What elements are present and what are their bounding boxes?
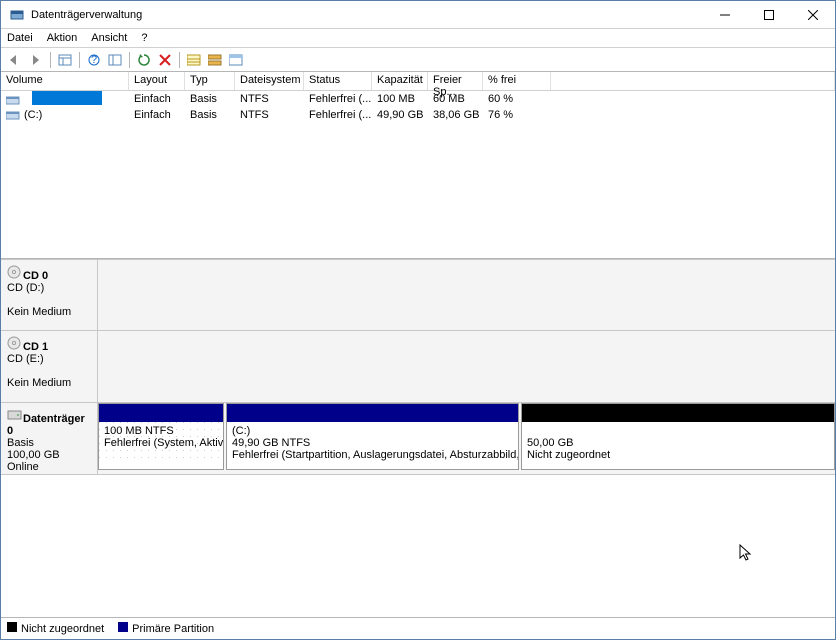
maximize-button[interactable] — [747, 1, 791, 29]
cell-fs: NTFS — [235, 92, 304, 106]
svg-text:?: ? — [91, 54, 97, 66]
disk-sub: CD (E:) — [7, 353, 91, 365]
volume-row[interactable]: (C:) Einfach Basis NTFS Fehlerfrei (... … — [1, 107, 835, 123]
cell-layout: Einfach — [129, 92, 185, 106]
legend: Nicht zugeordnet Primäre Partition — [1, 617, 835, 639]
col-capacity[interactable]: Kapazität — [372, 72, 428, 90]
legend-primary: Primäre Partition — [132, 623, 214, 635]
cell-status: Fehlerfrei (... — [304, 108, 372, 122]
app-icon — [9, 7, 25, 23]
safe-for-work-icon[interactable] — [55, 50, 75, 70]
separator-icon — [79, 52, 80, 68]
col-type[interactable]: Typ — [185, 72, 235, 90]
forward-button[interactable] — [26, 50, 46, 70]
volume-name: (C:) — [24, 109, 42, 121]
disk-sub: 100,00 GB — [7, 449, 91, 461]
partition-size: 50,00 GB — [527, 437, 829, 449]
legend-swatch-unallocated — [7, 622, 17, 632]
menu-help[interactable]: ? — [141, 32, 147, 44]
volume-list-icon[interactable] — [184, 50, 204, 70]
graphical-view-icon[interactable] — [205, 50, 225, 70]
partition-status: Nicht zugeordnet — [527, 449, 829, 461]
help-button[interactable]: ? — [84, 50, 104, 70]
partition-header — [227, 404, 518, 422]
disk-row[interactable]: CD 0 CD (D:) Kein Medium — [1, 259, 835, 331]
menu-file[interactable]: Datei — [7, 32, 33, 44]
partition[interactable]: (C:) 49,90 GB NTFS Fehlerfrei (Startpart… — [226, 403, 519, 470]
legend-unallocated: Nicht zugeordnet — [21, 623, 104, 635]
back-button[interactable] — [5, 50, 25, 70]
volume-list: Volume Layout Typ Dateisystem Status Kap… — [1, 72, 835, 259]
partition[interactable]: 50,00 GB Nicht zugeordnet — [521, 403, 835, 470]
cd-icon — [7, 270, 23, 282]
col-layout[interactable]: Layout — [129, 72, 185, 90]
separator-icon — [50, 52, 51, 68]
cd-icon — [7, 341, 23, 353]
volume-icon — [6, 95, 20, 105]
menu-view[interactable]: Ansicht — [91, 32, 127, 44]
cell-cap: 100 MB — [372, 92, 428, 106]
partition-status: Fehlerfrei (Startpartition, Auslagerungs… — [232, 449, 513, 461]
disk-sub: CD (D:) — [7, 282, 91, 294]
cell-free: 38,06 GB — [428, 108, 483, 122]
graphical-view: CD 0 CD (D:) Kein Medium CD 1 CD (E:) Ke… — [1, 259, 835, 639]
col-free[interactable]: Freier Sp... — [428, 72, 483, 90]
separator-icon — [129, 52, 130, 68]
disk-sub: Basis — [7, 437, 91, 449]
volume-name — [32, 91, 102, 105]
col-filesystem[interactable]: Dateisystem — [235, 72, 304, 90]
separator-icon — [179, 52, 180, 68]
hdd-icon — [7, 413, 23, 425]
disk-row[interactable]: Datenträger 0 Basis 100,00 GB Online 100… — [1, 403, 835, 475]
partition-status: Fehlerfrei (System, Aktiv, Primäre Parti… — [104, 437, 218, 449]
col-spacer — [551, 72, 835, 90]
minimize-button[interactable] — [703, 1, 747, 29]
cell-cap: 49,90 GB — [372, 108, 428, 122]
disk-list-icon[interactable] — [226, 50, 246, 70]
volume-row[interactable]: Einfach Basis NTFS Fehlerfrei (... 100 M… — [1, 91, 835, 107]
col-pfree[interactable]: % frei — [483, 72, 551, 90]
cell-layout: Einfach — [129, 108, 185, 122]
disk-sub: Online — [7, 461, 91, 473]
cell-pfree: 76 % — [483, 108, 551, 122]
legend-swatch-primary — [118, 622, 128, 632]
cell-type: Basis — [185, 92, 235, 106]
cell-type: Basis — [185, 108, 235, 122]
partition-header — [99, 404, 223, 422]
show-hide-tree-button[interactable] — [105, 50, 125, 70]
title-bar: Datenträgerverwaltung — [1, 1, 835, 29]
partition-header — [522, 404, 834, 422]
col-volume[interactable]: Volume — [1, 72, 129, 90]
disk-row[interactable]: CD 1 CD (E:) Kein Medium — [1, 331, 835, 403]
volume-icon — [6, 110, 20, 120]
cell-pfree: 60 % — [483, 92, 551, 106]
close-button[interactable] — [791, 1, 835, 29]
partition[interactable]: 100 MB NTFS Fehlerfrei (System, Aktiv, P… — [98, 403, 224, 470]
disk-title: CD 0 — [23, 270, 48, 282]
disk-title: CD 1 — [23, 341, 48, 353]
cell-status: Fehlerfrei (... — [304, 92, 372, 106]
partition-size: 49,90 GB NTFS — [232, 437, 513, 449]
partition-size: 100 MB NTFS — [104, 425, 218, 437]
disk-sub: Kein Medium — [7, 306, 91, 318]
delete-button[interactable] — [155, 50, 175, 70]
refresh-button[interactable] — [134, 50, 154, 70]
menu-bar: Datei Aktion Ansicht ? — [1, 29, 835, 48]
partition-label: (C:) — [232, 425, 513, 437]
menu-action[interactable]: Aktion — [47, 32, 78, 44]
toolbar: ? — [1, 48, 835, 72]
window-title: Datenträgerverwaltung — [31, 9, 703, 21]
col-status[interactable]: Status — [304, 72, 372, 90]
cell-fs: NTFS — [235, 108, 304, 122]
disk-sub: Kein Medium — [7, 377, 91, 389]
